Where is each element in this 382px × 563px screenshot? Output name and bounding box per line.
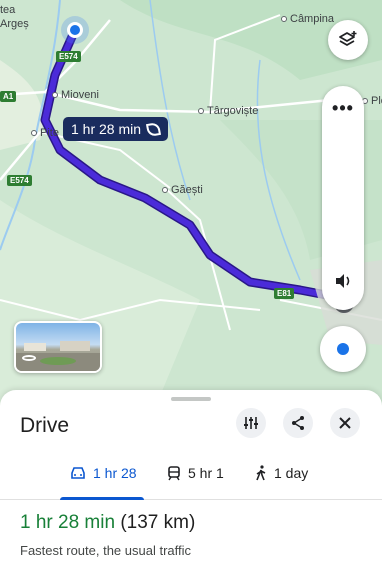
place-label-mioveni: Mioveni: [52, 89, 99, 101]
road-shield-e81: E81: [274, 288, 295, 299]
place-text: Târgoviște: [207, 105, 259, 117]
my-location-icon: [337, 343, 349, 355]
place-label-ploiesti: Plo: [362, 95, 382, 107]
layers-button[interactable]: [328, 20, 368, 60]
origin-marker[interactable]: [61, 16, 89, 44]
share-icon: [292, 416, 304, 430]
route-time-text: 1 hr 28 min: [71, 121, 142, 137]
train-icon: [168, 465, 180, 480]
place-text: tea: [0, 4, 16, 16]
place-text: Argeș: [0, 18, 29, 30]
route-time-label[interactable]: 1 hr 28 min: [63, 117, 169, 141]
tab-label: 5 hr 1: [188, 465, 224, 481]
place-label-arges: tea: [0, 4, 15, 16]
route-duration: 1 hr 28 min: [20, 512, 116, 533]
road-shield-a1: A1: [0, 91, 17, 102]
place-label-pitesti: Pite: [31, 127, 59, 139]
tab-transit[interactable]: 5 hr 1: [167, 465, 224, 481]
drag-handle[interactable]: [171, 397, 211, 401]
travel-mode-tabs: 1 hr 28 5 hr 1 1 day: [0, 454, 382, 500]
close-icon: [339, 417, 351, 429]
map-side-panel: •••: [322, 86, 364, 310]
place-label-campina: Câmpina: [281, 13, 334, 25]
route-description: Fastest route, the usual traffic: [20, 543, 192, 558]
place-dot-icon: [52, 92, 58, 98]
tab-drive[interactable]: 1 hr 28: [70, 465, 137, 481]
place-text: Plo: [371, 95, 382, 107]
more-options-button[interactable]: •••: [322, 98, 364, 119]
car-icon: [71, 467, 85, 479]
map-view[interactable]: tea Argeș Câmpina Mioveni Târgoviște Pit…: [0, 0, 382, 420]
my-location-button[interactable]: [320, 326, 366, 372]
place-dot-icon: [281, 16, 287, 22]
sound-button[interactable]: [333, 271, 353, 296]
active-tab-indicator: [60, 497, 144, 500]
place-label-gaesti: Găești: [162, 184, 203, 196]
tune-icon: [244, 417, 258, 429]
street-view-thumbnail[interactable]: [14, 321, 102, 373]
layers-icon: [339, 31, 357, 46]
road-shield-e574: E574: [56, 51, 81, 62]
route-distance: (137 km): [115, 512, 196, 533]
eco-leaf-icon: [146, 121, 162, 137]
place-text: Găești: [171, 184, 203, 196]
walk-icon: [256, 465, 266, 481]
route-summary: 1 hr 28 min (137 km): [20, 512, 195, 534]
tab-label: 1 day: [274, 465, 309, 481]
place-text: Pite: [40, 127, 59, 139]
share-button[interactable]: [283, 408, 313, 438]
street-view-icon: [22, 355, 36, 361]
mode-title: Drive: [20, 414, 70, 437]
place-label-targoviste: Târgoviște: [198, 105, 258, 117]
directions-sheet: Drive 1 hr 28 5 hr 1 1 day 1 hr 28 min (…: [0, 390, 382, 563]
route-options-button[interactable]: [236, 408, 266, 438]
place-label-arges-2: Argeș: [0, 18, 29, 30]
close-button[interactable]: [330, 408, 360, 438]
place-dot-icon: [31, 130, 37, 136]
street-view-image: [16, 341, 100, 371]
place-text: Câmpina: [290, 13, 335, 25]
tab-label: 1 hr 28: [93, 465, 137, 481]
road-shield-e574: E574: [7, 175, 32, 186]
place-dot-icon: [198, 108, 204, 114]
speaker-icon: [336, 274, 350, 288]
place-dot-icon: [162, 187, 168, 193]
place-text: Mioveni: [61, 89, 99, 101]
tab-walk[interactable]: 1 day: [255, 465, 308, 481]
